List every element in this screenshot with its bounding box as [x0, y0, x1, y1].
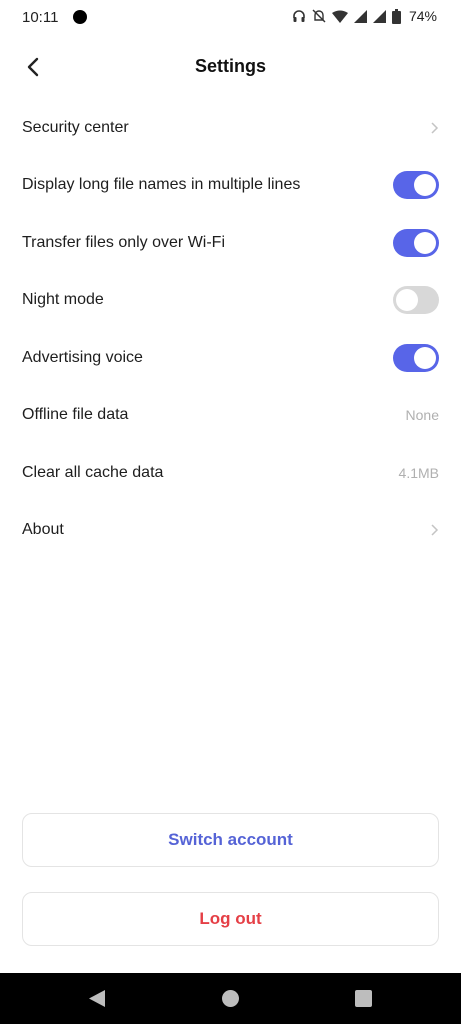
setting-label: Advertising voice: [22, 348, 143, 366]
setting-night-mode: Night mode: [0, 272, 461, 330]
setting-label: Security center: [22, 118, 129, 136]
setting-label: Offline file data: [22, 406, 129, 424]
status-icons: 74%: [292, 8, 437, 24]
log-out-button[interactable]: Log out: [22, 892, 439, 946]
header: Settings: [0, 44, 461, 90]
nav-recents-icon[interactable]: [355, 990, 372, 1007]
signal-icon: [372, 9, 386, 23]
wifi-only-toggle[interactable]: [393, 228, 439, 257]
page-title: Settings: [194, 56, 266, 76]
setting-label: Display long file names in multiple line…: [22, 176, 301, 194]
setting-clear-cache[interactable]: Clear all cache data 4.1MB: [0, 444, 461, 502]
chevron-right-icon: [431, 524, 439, 536]
setting-label: Transfer files only over Wi-Fi: [22, 233, 225, 251]
setting-advertising-voice: Advertising voice: [0, 329, 461, 387]
setting-about[interactable]: About: [0, 502, 461, 560]
setting-value: None: [405, 407, 439, 424]
nav-back-icon[interactable]: [88, 989, 106, 1008]
toggle-knob: [414, 174, 436, 197]
toggle-knob: [414, 231, 436, 254]
chevron-right-icon: [431, 122, 439, 134]
setting-offline-file-data[interactable]: Offline file data None: [0, 387, 461, 445]
setting-label: About: [22, 521, 64, 539]
status-bar: 10:11 74%: [0, 0, 461, 36]
setting-value: 4.1MB: [398, 464, 439, 481]
signal-icon: [353, 9, 367, 23]
system-nav-bar: [0, 973, 461, 1024]
toggle-knob: [414, 346, 436, 369]
wifi-icon: [331, 10, 348, 23]
battery-percent: 74%: [408, 8, 437, 24]
setting-label: Night mode: [22, 291, 104, 309]
mute-icon: [312, 9, 326, 23]
toggle-knob: [396, 289, 418, 312]
advertising-voice-toggle[interactable]: [393, 343, 439, 372]
nav-home-icon[interactable]: [222, 990, 239, 1007]
long-file-names-toggle[interactable]: [393, 171, 439, 200]
battery-icon: [391, 8, 401, 24]
setting-security-center[interactable]: Security center: [0, 99, 461, 157]
setting-label: Clear all cache data: [22, 463, 164, 481]
setting-wifi-only: Transfer files only over Wi-Fi: [0, 214, 461, 272]
setting-long-file-names: Display long file names in multiple line…: [0, 157, 461, 215]
notification-dot: [73, 10, 87, 24]
status-time: 10:11: [22, 9, 59, 26]
settings-list: Security center Display long file names …: [0, 99, 461, 559]
night-mode-toggle[interactable]: [393, 286, 439, 315]
headphones-icon: [293, 10, 305, 22]
switch-account-button[interactable]: Switch account: [22, 813, 439, 867]
